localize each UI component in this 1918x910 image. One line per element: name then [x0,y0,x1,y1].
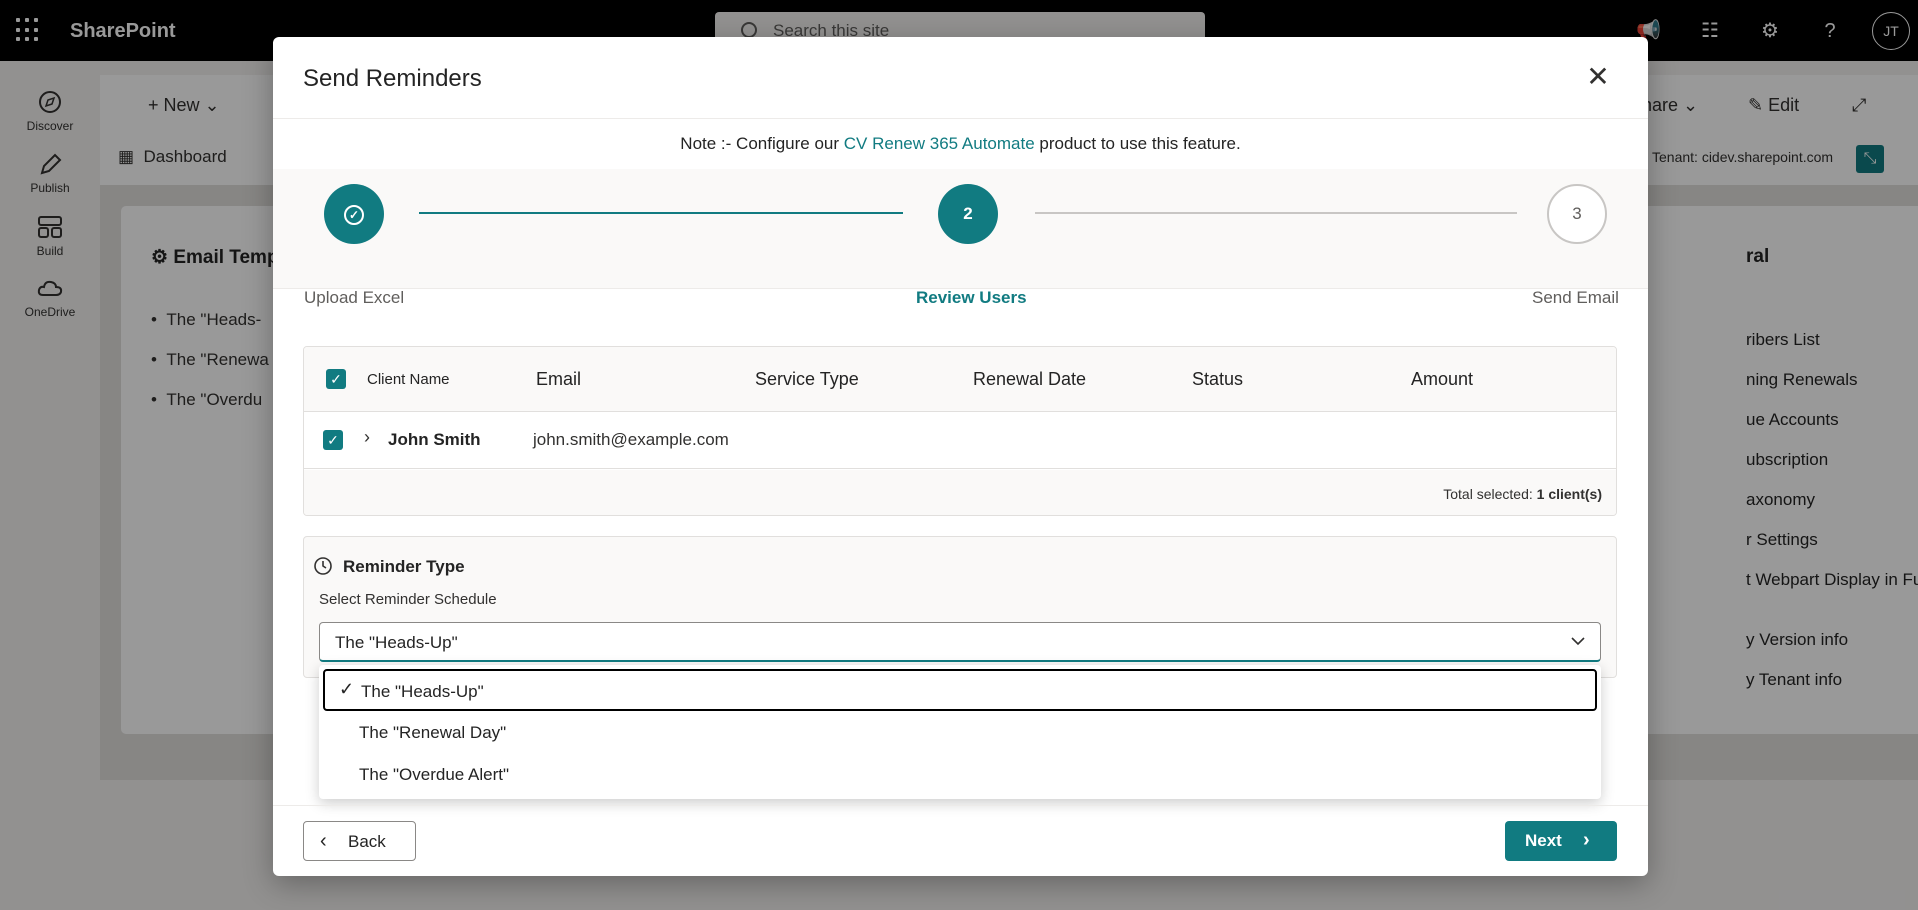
option-renewal-day[interactable]: The "Renewal Day" [323,712,1597,754]
note-suffix: product to use this feature. [1034,134,1241,153]
column-header[interactable]: Renewal Date [973,369,1086,390]
column-header[interactable]: Email [536,369,581,390]
clock-icon [314,557,332,575]
send-reminders-dialog: Send Reminders ✕ Note :- Configure our C… [273,37,1648,876]
step-label: Review Users [916,288,1027,307]
client-name: John Smith [388,430,481,449]
column-header[interactable]: Amount [1411,369,1473,390]
table-footer: Total selected: 1 client(s) [304,470,1616,515]
divider [273,118,1648,119]
row-checkbox[interactable]: ✓ [323,430,343,450]
table-header: ✓ Client Name Email Service Type Renewal… [304,347,1616,412]
step-label: Upload Excel [304,288,405,307]
chevron-right-icon: › [1583,829,1590,851]
back-button[interactable]: ‹ Back [303,821,416,861]
product-link[interactable]: CV Renew 365 Automate [844,134,1035,153]
chevron-left-icon: ‹ [320,830,327,852]
option-heads-up[interactable]: ✓ The "Heads-Up" [323,669,1597,711]
total-selected: Total selected: 1 client(s) [1443,486,1602,502]
close-icon[interactable]: ✕ [1583,63,1613,93]
step-send-email: 3 [1547,184,1607,244]
selected-value: The "Heads-Up" [335,633,458,652]
next-button[interactable]: Next › [1505,821,1617,861]
expand-chevron-icon[interactable]: › [364,427,370,448]
select-all-checkbox[interactable]: ✓ [326,369,346,389]
column-header[interactable]: Client Name [367,371,450,388]
clients-table: ✓ Client Name Email Service Type Renewal… [303,346,1617,516]
step-label: Send Email [1532,288,1619,307]
reminder-schedule-select[interactable]: The "Heads-Up" [319,622,1601,662]
step-upload-excel: ✓ [324,184,384,244]
divider [273,805,1648,806]
chevron-down-icon [1571,637,1585,646]
option-overdue-alert[interactable]: The "Overdue Alert" [323,754,1597,796]
step-review-users: 2 [938,184,998,244]
step-connector [419,212,903,214]
check-icon: ✓ [344,204,364,225]
note-prefix: Note :- Configure our [680,134,844,153]
step-connector [1035,212,1517,214]
client-email: john.smith@example.com [533,430,729,449]
dialog-title: Send Reminders [303,65,482,92]
reminder-schedule-label: Select Reminder Schedule [319,591,497,608]
column-header[interactable]: Service Type [755,369,859,390]
config-note: Note :- Configure our CV Renew 365 Autom… [273,134,1648,154]
check-icon: ✓ [339,679,355,699]
reminder-type-title: Reminder Type [314,557,465,577]
reminder-options-list: ✓ The "Heads-Up" The "Renewal Day" The "… [319,665,1601,799]
table-row[interactable]: ✓ › John Smith john.smith@example.com [304,412,1616,469]
column-header[interactable]: Status [1192,369,1243,390]
